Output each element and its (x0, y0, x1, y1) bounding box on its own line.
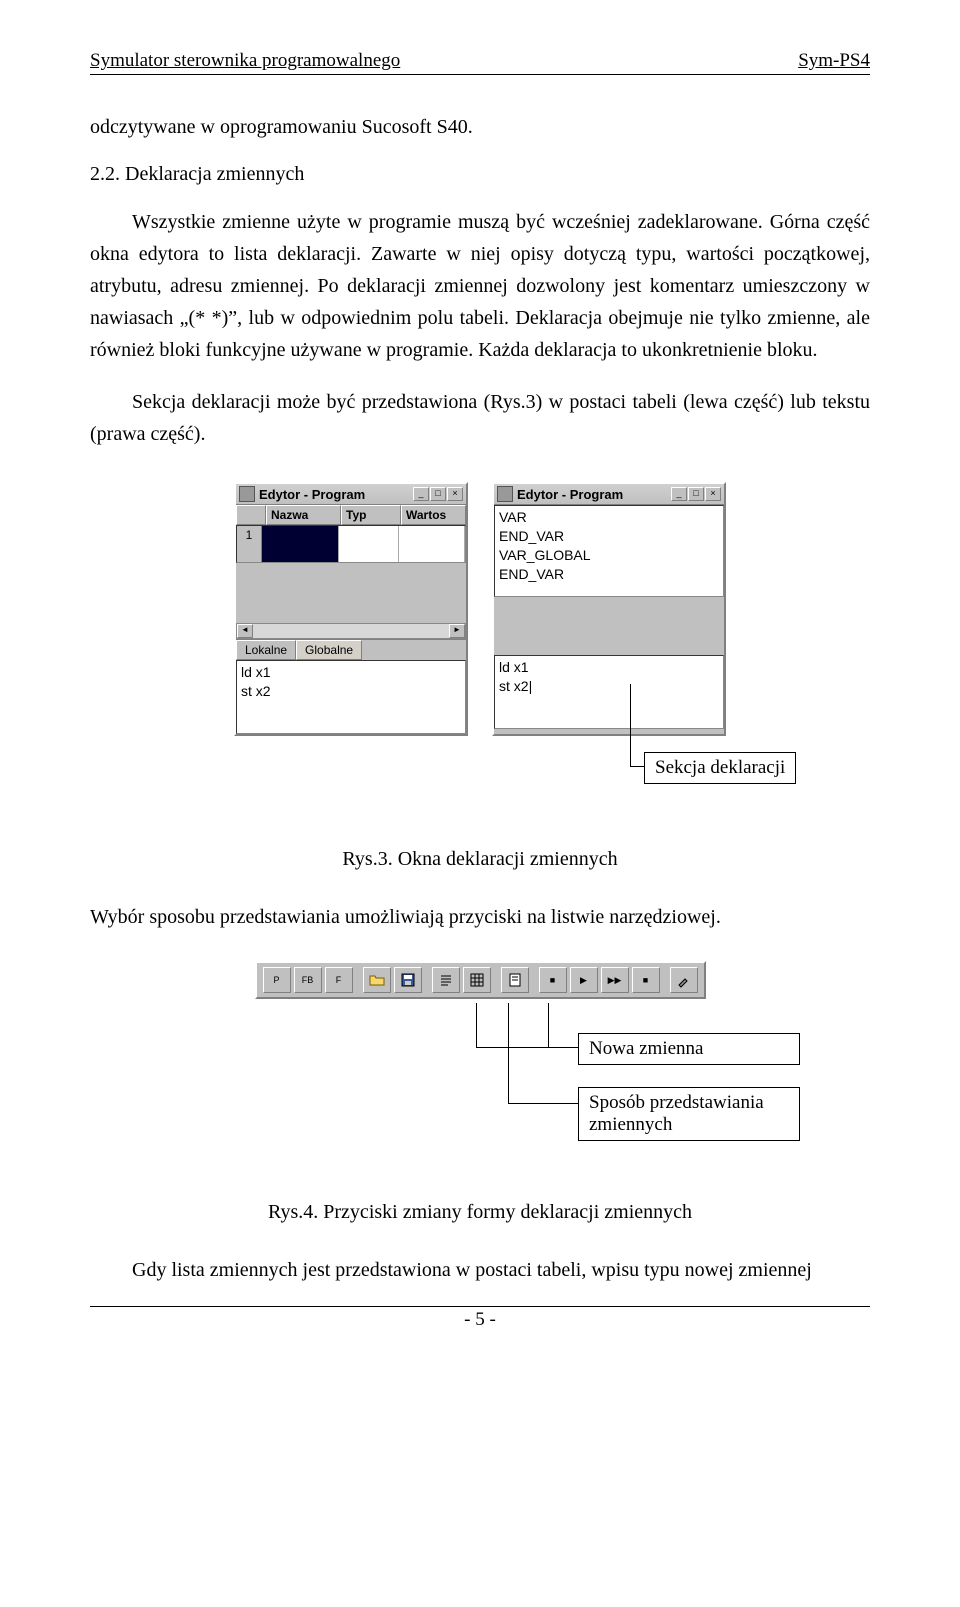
callout-sposob-przedstawiania: Sposób przedstawiania zmiennych (578, 1087, 800, 1141)
code-line: ld x1 (241, 663, 461, 682)
code-area-right[interactable]: ld x1 st x2| (494, 655, 724, 729)
tab-lokalne[interactable]: Lokalne (236, 640, 296, 660)
declaration-text-area[interactable]: VAR END_VAR VAR_GLOBAL END_VAR (494, 505, 724, 597)
toolbar-group-playback: ■ ▶ ▶▶ ■ (539, 967, 660, 993)
window-title: Edytor - Program (517, 487, 667, 502)
toolbar-btn-new-variable[interactable] (501, 967, 529, 993)
cell-nazwa[interactable] (262, 526, 339, 562)
scrollbar-horizontal[interactable]: ◄ ► (236, 623, 466, 639)
toolbar-btn-tool[interactable] (670, 967, 698, 993)
row-number: 1 (237, 526, 262, 562)
code-line: st x2 (241, 682, 461, 701)
figure-4-caption: Rys.4. Przyciski zmiany formy deklaracji… (90, 1201, 870, 1224)
toolbar-btn-view-text[interactable] (432, 967, 460, 993)
page-footer: - 5 - (90, 1306, 870, 1331)
text-lines-icon (438, 972, 454, 988)
col-typ[interactable]: Typ (341, 505, 401, 525)
row-header (236, 505, 266, 525)
callout-nowa-zmienna: Nowa zmienna (578, 1033, 800, 1065)
callout-connector (476, 1003, 477, 1047)
open-folder-icon (369, 972, 385, 988)
maximize-button[interactable]: □ (430, 487, 446, 501)
toolbar-btn-function[interactable]: F (325, 967, 353, 993)
figure-3: Edytor - Program _ □ × Nazwa Typ Wartos … (90, 482, 870, 736)
code-line: st x2| (499, 677, 719, 696)
code-area-left[interactable]: ld x1 st x2 (236, 660, 466, 734)
toolbar-group-file-type: P FB F (263, 967, 353, 993)
app-icon (239, 486, 255, 502)
empty-grey-area (236, 563, 466, 623)
editor-window-table: Edytor - Program _ □ × Nazwa Typ Wartos … (234, 482, 468, 736)
paragraph-1: odczytywane w oprogramowaniu Sucosoft S4… (90, 111, 870, 143)
toolbar-btn-stop-2[interactable]: ■ (632, 967, 660, 993)
toolbar-btn-fast-forward[interactable]: ▶▶ (601, 967, 629, 993)
decl-line: END_VAR (499, 527, 719, 546)
decl-line: END_VAR (499, 565, 719, 584)
table-header: Nazwa Typ Wartos (236, 505, 466, 525)
tool-icon (676, 972, 692, 988)
paragraph-4: Wybór sposobu przedstawiania umożliwiają… (90, 901, 870, 933)
code-line: ld x1 (499, 658, 719, 677)
window-title: Edytor - Program (259, 487, 409, 502)
maximize-button[interactable]: □ (688, 487, 704, 501)
editor-window-text: Edytor - Program _ □ × VAR END_VAR VAR_G… (492, 482, 726, 736)
callout-connector (476, 1047, 548, 1048)
figure-3-caption: Rys.3. Okna deklaracji zmiennych (90, 848, 870, 871)
callout-connector (508, 1103, 578, 1104)
callout-connector (548, 1047, 578, 1048)
save-icon (400, 972, 416, 988)
new-doc-icon (507, 972, 523, 988)
tab-globalne[interactable]: Globalne (296, 640, 362, 660)
cell-wartosc[interactable] (399, 526, 465, 562)
callout-connector (508, 1003, 509, 1103)
cell-typ[interactable] (339, 526, 399, 562)
section-title: 2.2. Deklaracja zmiennych (90, 163, 870, 186)
callout-connector (630, 684, 631, 766)
page-number: - 5 - (464, 1309, 496, 1330)
header-left: Symulator sterownika programowalnego (90, 50, 400, 72)
close-button[interactable]: × (447, 487, 463, 501)
toolbar-btn-open[interactable] (363, 967, 391, 993)
tabs-row: Lokalne Globalne (236, 639, 466, 660)
toolbar-btn-play[interactable]: ▶ (570, 967, 598, 993)
table-body[interactable]: 1 (236, 525, 466, 563)
minimize-button[interactable]: _ (413, 487, 429, 501)
toolbar-group-new-var (501, 967, 529, 993)
close-button[interactable]: × (705, 487, 721, 501)
scroll-left-icon[interactable]: ◄ (237, 624, 253, 638)
page-header: Symulator sterownika programowalnego Sym… (90, 50, 870, 75)
toolbar-btn-view-table[interactable] (463, 967, 491, 993)
col-wartosc[interactable]: Wartos (401, 505, 466, 525)
callout-sekcja-deklaracji: Sekcja deklaracji (644, 752, 796, 784)
toolbar-group-tools (670, 967, 698, 993)
decl-line: VAR_GLOBAL (499, 546, 719, 565)
scroll-right-icon[interactable]: ► (449, 624, 465, 638)
toolbar-btn-function-block[interactable]: FB (294, 967, 322, 993)
toolbar-group-file (363, 967, 422, 993)
titlebar-left: Edytor - Program _ □ × (236, 484, 466, 505)
paragraph-5: Gdy lista zmiennych jest przedstawiona w… (90, 1254, 870, 1286)
decl-line: VAR (499, 508, 719, 527)
toolbar-btn-save[interactable] (394, 967, 422, 993)
toolbar-group-view (432, 967, 491, 993)
col-nazwa[interactable]: Nazwa (266, 505, 341, 525)
empty-grey-area (494, 597, 724, 655)
toolbar-btn-program[interactable]: P (263, 967, 291, 993)
grid-icon (469, 972, 485, 988)
paragraph-2: Wszystkie zmienne użyte w programie musz… (90, 206, 870, 366)
toolbar-btn-stop[interactable]: ■ (539, 967, 567, 993)
toolbar: P FB F (255, 961, 706, 999)
minimize-button[interactable]: _ (671, 487, 687, 501)
titlebar-right: Edytor - Program _ □ × (494, 484, 724, 505)
callout-connector (548, 1003, 549, 1047)
callout-connector (630, 766, 644, 767)
header-right: Sym-PS4 (798, 50, 870, 72)
paragraph-3: Sekcja deklaracji może być przedstawiona… (90, 386, 870, 450)
app-icon (497, 486, 513, 502)
